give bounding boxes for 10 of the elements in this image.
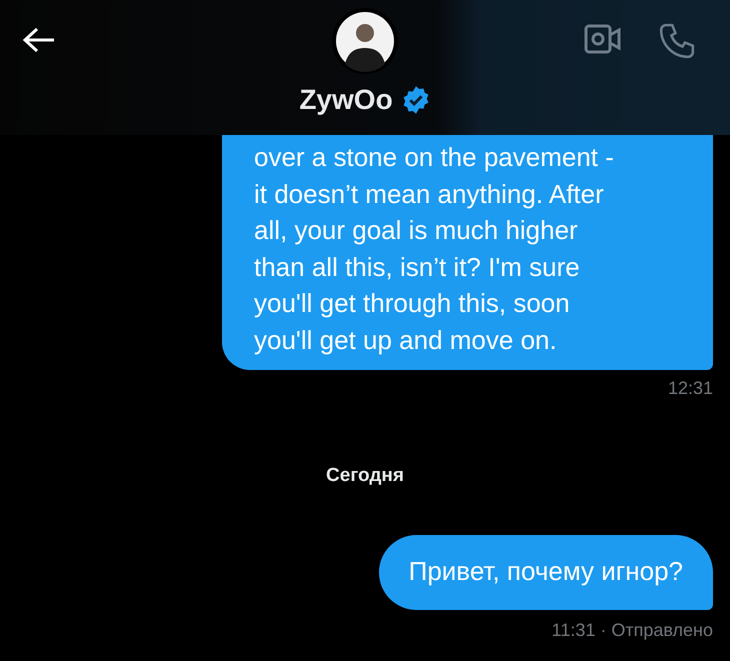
message-bubble: Привет, почему игнор?: [378, 535, 713, 610]
message-time: 11:31 · Отправлено: [552, 620, 713, 640]
date-divider: Сегодня: [326, 465, 404, 487]
video-call-icon[interactable]: [584, 22, 622, 56]
contact-name: ZywOo: [299, 84, 393, 116]
avatar[interactable]: [332, 8, 398, 74]
phone-icon[interactable]: [658, 22, 696, 60]
back-arrow-icon[interactable]: [22, 26, 56, 54]
message-time: 12:31: [668, 378, 713, 399]
message-bubble: over a stone on the pavement - it doesn’t mean anything. After all, your goal is much higher than all this, isn’t it? I'm sure you'll get through this, soon you'll get up and move on.: [222, 135, 713, 370]
